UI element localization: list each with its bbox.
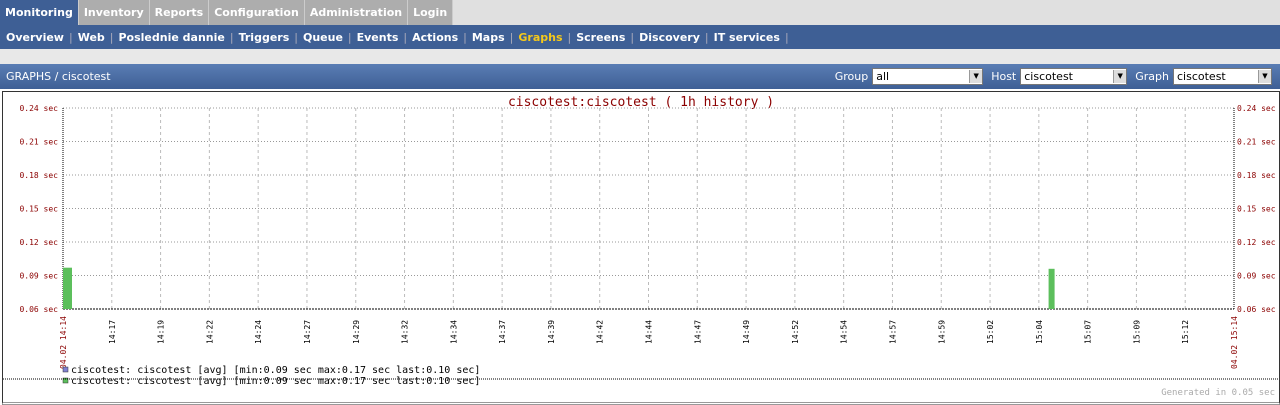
x-tick-label: 14:49: [742, 320, 751, 344]
menu-login[interactable]: Login: [408, 0, 454, 25]
graph-panel: ciscotest:ciscotest ( 1h history ) 0.06 s…: [2, 91, 1280, 405]
x-tick-label: 15:09: [1132, 320, 1141, 344]
menu-administration[interactable]: Administration: [304, 0, 409, 25]
generated-time: Generated in 0.05 sec: [1161, 388, 1275, 398]
x-tick-label: 14:27: [303, 320, 312, 344]
legend-item: ciscotest: ciscotest [avg] [min:0.09 sec…: [71, 376, 480, 387]
group-select[interactable]: all ▼: [872, 68, 984, 85]
y-tick-label-left: 0.09 sec: [19, 272, 58, 281]
separator: |: [784, 30, 789, 44]
y-tick-label-left: 0.06 sec: [19, 305, 58, 314]
x-start-label: 04.02 14:14: [59, 316, 68, 369]
submenu-overview[interactable]: Overview: [1, 31, 69, 44]
y-tick-label-right: 0.09 sec: [1237, 272, 1276, 281]
x-tick-label: 14:59: [937, 320, 946, 344]
sub-menu: Overview | Web | Poslednie dannie | Triggers | Q…: [0, 25, 1280, 49]
graph-value: ciscotest: [1177, 70, 1226, 83]
submenu-it-services[interactable]: IT services: [709, 31, 785, 44]
main-menu: Monitoring Inventory Reports Configuration A…: [0, 0, 1280, 25]
x-end-label: 04.02 15:14: [1230, 316, 1239, 369]
x-tick-label: 14:54: [840, 320, 849, 344]
chevron-down-icon: ▼: [1113, 70, 1127, 83]
y-tick-label-right: 0.18 sec: [1237, 171, 1276, 180]
submenu-web[interactable]: Web: [73, 31, 110, 44]
history-graph: ciscotest:ciscotest ( 1h history ) 0.06 s…: [3, 95, 1279, 398]
chevron-down-icon: ▼: [969, 70, 983, 83]
y-tick-label-left: 0.21 sec: [19, 138, 58, 147]
submenu-screens[interactable]: Screens: [571, 31, 630, 44]
chart-title: ciscotest:ciscotest ( 1h history ): [508, 95, 774, 110]
x-tick-label: 15:12: [1181, 320, 1190, 344]
submenu-triggers[interactable]: Triggers: [234, 31, 295, 44]
x-tick-label: 14:34: [449, 320, 458, 344]
y-tick-label-left: 0.15 sec: [19, 205, 58, 214]
graph-label: Graph: [1135, 70, 1169, 83]
x-tick-label: 14:32: [401, 320, 410, 344]
x-tick-label: 14:39: [547, 320, 556, 344]
x-tick-label: 14:22: [205, 320, 214, 344]
submenu-queue[interactable]: Queue: [298, 31, 348, 44]
y-tick-label-right: 0.12 sec: [1237, 238, 1276, 247]
y-tick-label-left: 0.24 sec: [19, 104, 58, 113]
x-tick-label: 14:57: [888, 320, 897, 344]
y-tick-label-right: 0.21 sec: [1237, 138, 1276, 147]
y-tick-label-right: 0.06 sec: [1237, 305, 1276, 314]
menu-configuration[interactable]: Configuration: [209, 0, 305, 25]
chevron-down-icon: ▼: [1258, 70, 1271, 83]
group-value: all: [876, 70, 890, 83]
host-select[interactable]: ciscotest ▼: [1020, 68, 1128, 85]
host-label: Host: [991, 70, 1017, 83]
submenu-actions[interactable]: Actions: [407, 31, 463, 44]
x-tick-label: 14:42: [596, 320, 605, 344]
y-tick-label-right: 0.15 sec: [1237, 205, 1276, 214]
graph-select[interactable]: ciscotest ▼: [1173, 68, 1272, 85]
y-tick-label-left: 0.18 sec: [19, 171, 58, 180]
x-tick-label: 14:37: [498, 320, 507, 344]
host-value: ciscotest: [1024, 70, 1073, 83]
submenu-graphs[interactable]: Graphs: [513, 31, 567, 44]
menu-inventory[interactable]: Inventory: [78, 0, 150, 25]
data-bar: [63, 267, 72, 309]
y-tick-label-left: 0.12 sec: [19, 238, 58, 247]
x-tick-label: 14:47: [693, 320, 702, 344]
menu-monitoring[interactable]: Monitoring: [0, 0, 79, 25]
group-label: Group: [834, 70, 869, 83]
data-bar: [1048, 268, 1055, 309]
submenu-discovery[interactable]: Discovery: [634, 31, 705, 44]
menu-reports[interactable]: Reports: [149, 0, 210, 25]
x-tick-label: 14:24: [254, 320, 263, 344]
x-tick-label: 14:19: [157, 320, 166, 344]
legend-swatch: [62, 366, 69, 373]
x-tick-label: 14:52: [791, 320, 800, 344]
page-title: GRAPHS / ciscotest: [6, 70, 111, 83]
page-header: GRAPHS / ciscotest Group all ▼ Host cisco…: [0, 64, 1280, 91]
y-tick-label-right: 0.24 sec: [1237, 104, 1276, 113]
x-tick-label: 14:29: [352, 320, 361, 344]
submenu-maps[interactable]: Maps: [467, 31, 510, 44]
x-tick-label: 15:02: [986, 320, 995, 344]
x-tick-label: 14:44: [645, 320, 654, 344]
x-tick-label: 14:17: [108, 320, 117, 344]
submenu-poslednie-dannie[interactable]: Poslednie dannie: [114, 31, 230, 44]
submenu-events[interactable]: Events: [352, 31, 404, 44]
x-tick-label: 15:04: [1035, 320, 1044, 344]
x-tick-label: 15:07: [1084, 320, 1093, 344]
legend-item: ciscotest: ciscotest [avg] [min:0.09 sec…: [71, 365, 480, 376]
